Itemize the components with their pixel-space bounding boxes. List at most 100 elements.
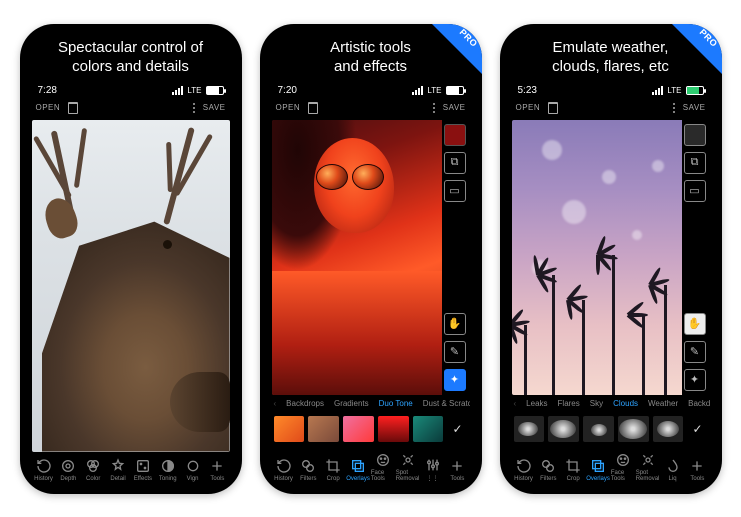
network-label: LTE — [667, 86, 681, 95]
save-button[interactable]: SAVE — [443, 103, 466, 112]
tool-tools[interactable]: Tools — [445, 458, 469, 482]
apply-icon[interactable]: ✓ — [447, 422, 467, 436]
tool-depth[interactable]: Depth — [56, 458, 80, 482]
photo-portrait-duotone — [272, 120, 442, 395]
preset-swatches: ✓ — [272, 412, 470, 446]
tool-face[interactable]: Face Tools — [611, 452, 635, 482]
delete-icon[interactable] — [68, 102, 78, 114]
wand-icon[interactable]: ✦ — [684, 369, 706, 391]
bottom-toolbar: History Depth Color Detail Effects Tonin… — [32, 452, 230, 482]
tab-flares[interactable]: Flares — [558, 399, 580, 408]
layers-icon[interactable]: ⧉ — [684, 152, 706, 174]
tab-clouds[interactable]: Clouds — [613, 399, 638, 408]
tool-overlays[interactable]: Overlays — [346, 458, 370, 482]
hand-icon[interactable]: ✋ — [444, 313, 466, 335]
top-bar: OPEN SAVE — [272, 100, 470, 120]
tool-crop[interactable]: Crop — [321, 458, 345, 482]
image-canvas[interactable]: ⧉ ▭ ✋ ✎ ✦ — [272, 120, 470, 395]
thumb[interactable] — [653, 416, 684, 442]
swatch[interactable] — [413, 416, 444, 442]
open-button[interactable]: OPEN — [516, 103, 541, 112]
tool-history[interactable]: History — [272, 458, 296, 482]
tab-weather[interactable]: Weather — [648, 399, 678, 408]
tool-adjust[interactable]: ⋮⋮ — [421, 457, 445, 482]
signal-icon — [652, 86, 663, 95]
phone-screenshot-2: PRO Artistic tools and effects 7:20 LTE … — [260, 24, 482, 494]
tool-vignette[interactable]: Vign — [181, 458, 205, 482]
tool-liquify[interactable]: Liq — [661, 458, 685, 482]
status-bar: 5:23 LTE — [512, 83, 710, 100]
tool-tools[interactable]: Tools — [205, 458, 229, 482]
hand-icon[interactable]: ✋ — [684, 313, 706, 335]
status-bar: 7:20 LTE — [272, 83, 470, 100]
time: 5:23 — [518, 85, 537, 96]
image-canvas[interactable]: ⧉ ▭ ✋ ✎ ✦ — [512, 120, 710, 395]
bottom-toolbar: History Filters Crop Overlays Face Tools… — [512, 446, 710, 482]
tool-face[interactable]: Face Tools — [371, 452, 395, 482]
tool-spot[interactable]: Spot Removal — [636, 452, 660, 482]
delete-icon[interactable] — [548, 102, 558, 114]
open-button[interactable]: OPEN — [276, 103, 301, 112]
thumb[interactable] — [548, 416, 579, 442]
photo-palms-sky — [512, 120, 682, 395]
tab-backdrops[interactable]: Backdrops — [688, 399, 709, 408]
signal-icon — [412, 86, 423, 95]
image-canvas[interactable] — [32, 120, 230, 452]
signal-icon — [172, 86, 183, 95]
photo-elk — [32, 120, 230, 452]
filter-category-tabs[interactable]: ‹ Leaks Flares Sky Clouds Weather Backdr… — [512, 395, 710, 412]
battery-icon — [686, 86, 704, 95]
save-button[interactable]: SAVE — [203, 103, 226, 112]
tool-effects[interactable]: Effects — [131, 458, 155, 482]
network-label: LTE — [187, 86, 201, 95]
tab-duotone[interactable]: Duo Tone — [379, 399, 413, 408]
swatch[interactable] — [308, 416, 339, 442]
mask-icon[interactable]: ▭ — [444, 180, 466, 202]
tool-overlays[interactable]: Overlays — [586, 458, 610, 482]
open-button[interactable]: OPEN — [36, 103, 61, 112]
preset-thumbnails: ✓ — [512, 412, 710, 446]
thumb[interactable] — [514, 416, 545, 442]
status-bar: 7:28 LTE — [32, 83, 230, 100]
more-icon[interactable] — [433, 103, 435, 113]
tab-gradients[interactable]: Gradients — [334, 399, 369, 408]
mask-icon[interactable]: ▭ — [684, 180, 706, 202]
tab-dust[interactable]: Dust & Scratches — [423, 399, 470, 408]
tool-history[interactable]: History — [32, 458, 56, 482]
layers-icon[interactable]: ⧉ — [444, 152, 466, 174]
color-swatch[interactable] — [444, 124, 466, 146]
tool-crop[interactable]: Crop — [561, 458, 585, 482]
swatch[interactable] — [274, 416, 305, 442]
phone-screenshot-1: Spectacular control of colors and detail… — [20, 24, 242, 494]
tool-filters[interactable]: Filters — [296, 458, 320, 482]
save-button[interactable]: SAVE — [683, 103, 706, 112]
more-icon[interactable] — [673, 103, 675, 113]
more-icon[interactable] — [193, 103, 195, 113]
tool-tools[interactable]: Tools — [685, 458, 709, 482]
swatch[interactable] — [343, 416, 374, 442]
brush-icon[interactable]: ✎ — [444, 341, 466, 363]
tab-sky[interactable]: Sky — [590, 399, 603, 408]
tab-leaks[interactable]: Leaks — [526, 399, 547, 408]
tab-backdrops[interactable]: Backdrops — [286, 399, 324, 408]
texture-swatch[interactable] — [684, 124, 706, 146]
brush-icon[interactable]: ✎ — [684, 341, 706, 363]
apply-icon[interactable]: ✓ — [687, 422, 707, 436]
wand-icon[interactable]: ✦ — [444, 369, 466, 391]
pro-badge — [432, 24, 482, 74]
time: 7:28 — [38, 85, 57, 96]
thumb[interactable] — [618, 416, 649, 442]
battery-icon — [206, 86, 224, 95]
battery-icon — [446, 86, 464, 95]
tool-detail[interactable]: Detail — [106, 458, 130, 482]
tool-history[interactable]: History — [512, 458, 536, 482]
bottom-toolbar: History Filters Crop Overlays Face Tools… — [272, 446, 470, 482]
tool-color[interactable]: Color — [81, 458, 105, 482]
thumb[interactable] — [583, 416, 614, 442]
tool-spot[interactable]: Spot Removal — [396, 452, 420, 482]
tool-filters[interactable]: Filters — [536, 458, 560, 482]
delete-icon[interactable] — [308, 102, 318, 114]
filter-category-tabs[interactable]: ‹ Backdrops Gradients Duo Tone Dust & Sc… — [272, 395, 470, 412]
tool-toning[interactable]: Toning — [156, 458, 180, 482]
swatch[interactable] — [378, 416, 409, 442]
